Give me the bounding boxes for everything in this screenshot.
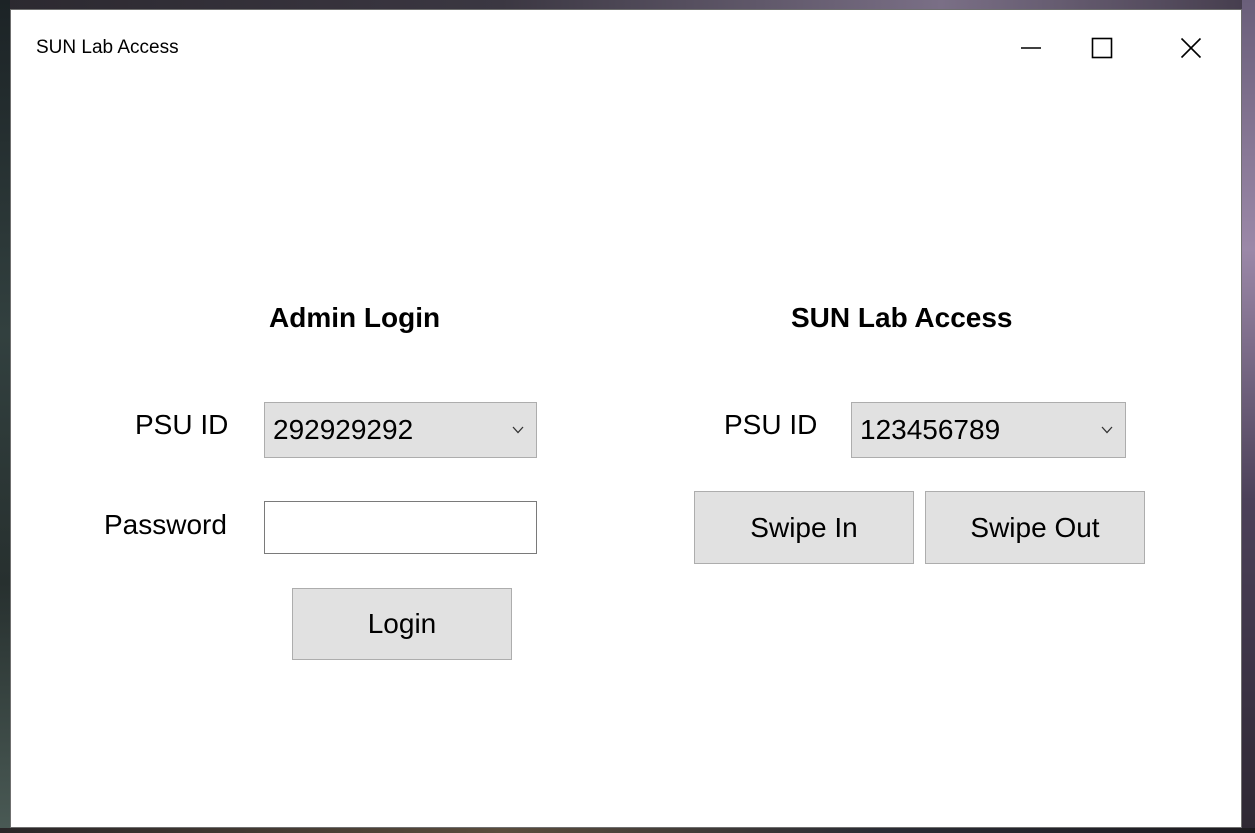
access-psu-id-dropdown[interactable]: 123456789 [851, 402, 1126, 458]
desktop-background-top [0, 0, 1255, 9]
chevron-down-icon [512, 426, 524, 434]
password-input[interactable] [264, 501, 537, 554]
minimize-icon [1021, 47, 1041, 49]
desktop-background-left [0, 0, 10, 833]
admin-psu-id-value: 292929292 [273, 414, 414, 445]
minimize-button[interactable] [1001, 24, 1061, 72]
swipe-out-button[interactable]: Swipe Out [925, 491, 1145, 564]
maximize-button[interactable] [1072, 24, 1132, 72]
title-bar[interactable]: SUN Lab Access [11, 10, 1241, 86]
maximize-icon [1091, 37, 1113, 59]
access-psu-id-label: PSU ID [724, 409, 818, 440]
login-button[interactable]: Login [292, 588, 512, 660]
password-label: Password [104, 509, 227, 540]
swipe-in-button[interactable]: Swipe In [694, 491, 914, 564]
admin-login-heading: Admin Login [269, 302, 441, 333]
sun-lab-access-heading: SUN Lab Access [791, 302, 1013, 333]
close-icon [1180, 37, 1202, 59]
app-window: SUN Lab Access Admin Login PSU ID 292929… [10, 9, 1242, 828]
access-psu-id-value: 123456789 [860, 414, 1001, 445]
desktop-background-right [1242, 0, 1255, 833]
desktop-background-bottom [0, 828, 1255, 833]
admin-psu-id-dropdown[interactable]: 292929292 [264, 402, 537, 458]
admin-psu-id-label: PSU ID [135, 409, 229, 440]
close-button[interactable] [1161, 24, 1221, 72]
chevron-down-icon [1101, 426, 1113, 434]
window-title: SUN Lab Access [36, 37, 179, 58]
